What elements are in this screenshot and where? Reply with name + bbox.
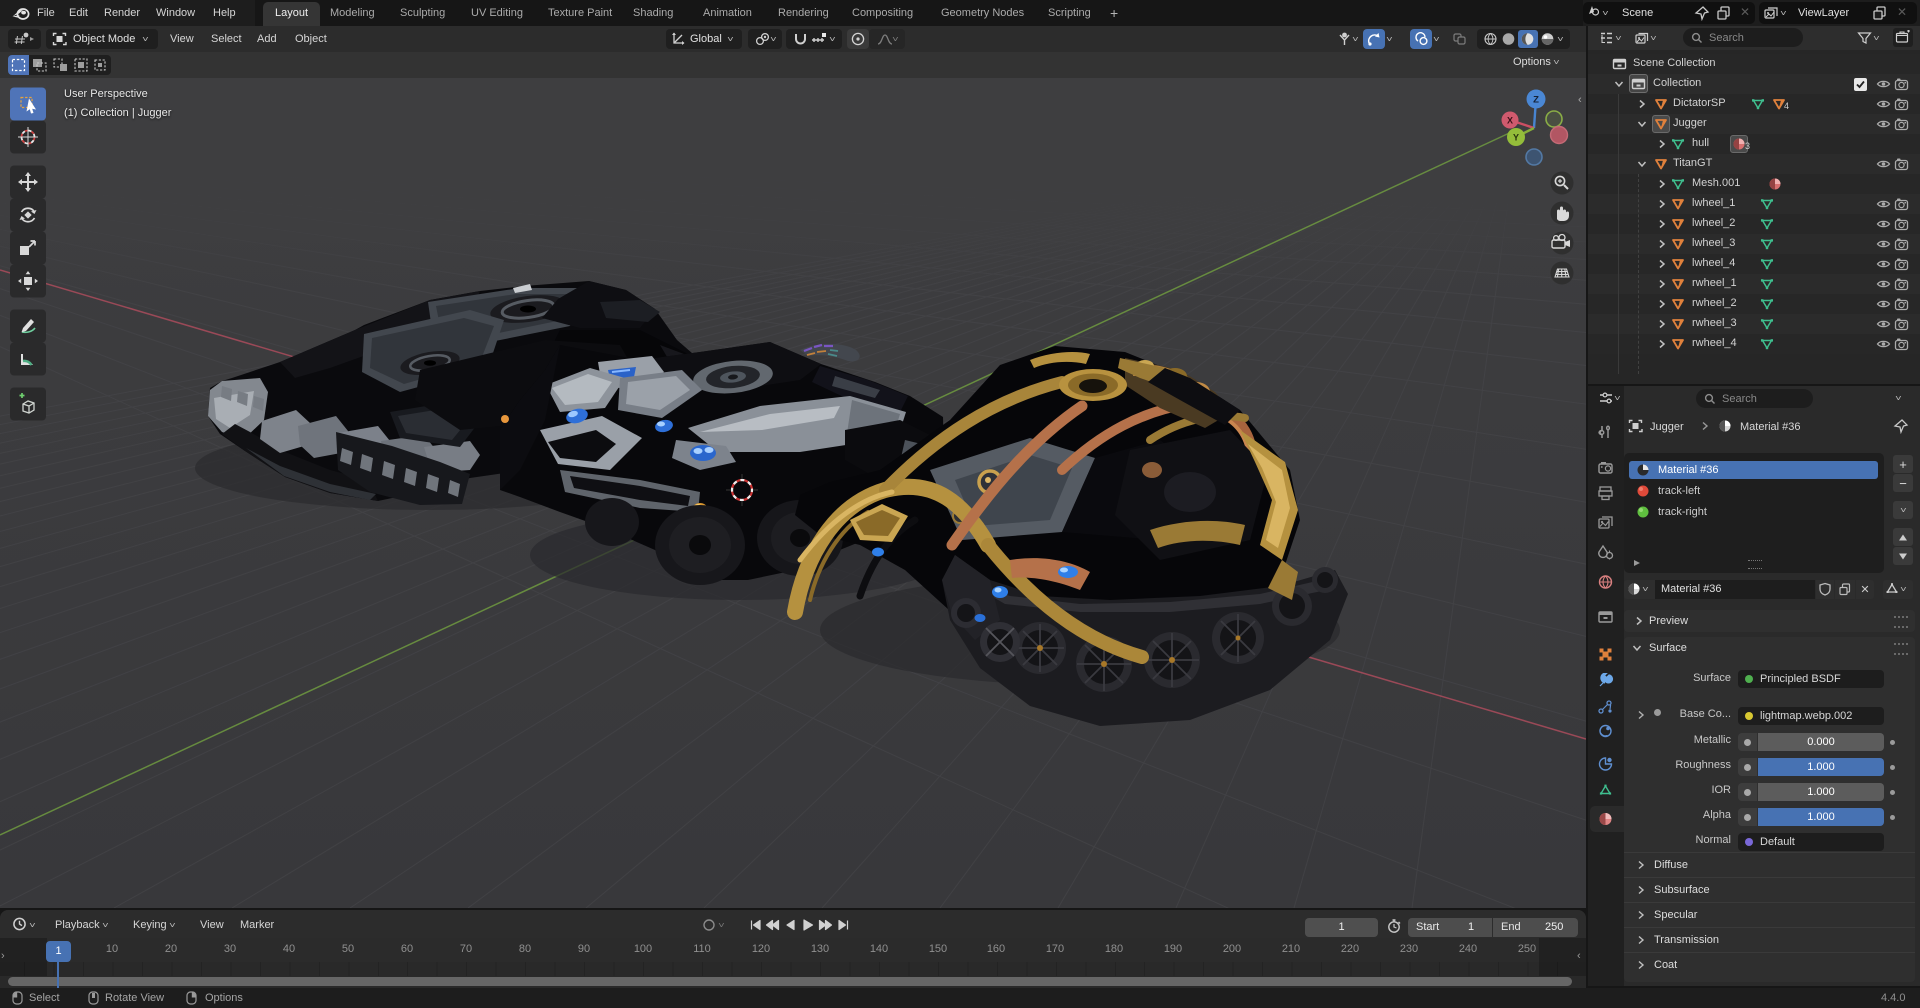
svg-text:‹: ‹ xyxy=(1578,94,1582,106)
svg-text:Y: Y xyxy=(1513,133,1519,143)
svg-text:X: X xyxy=(1507,116,1513,126)
svg-text:Z: Z xyxy=(1533,95,1539,106)
